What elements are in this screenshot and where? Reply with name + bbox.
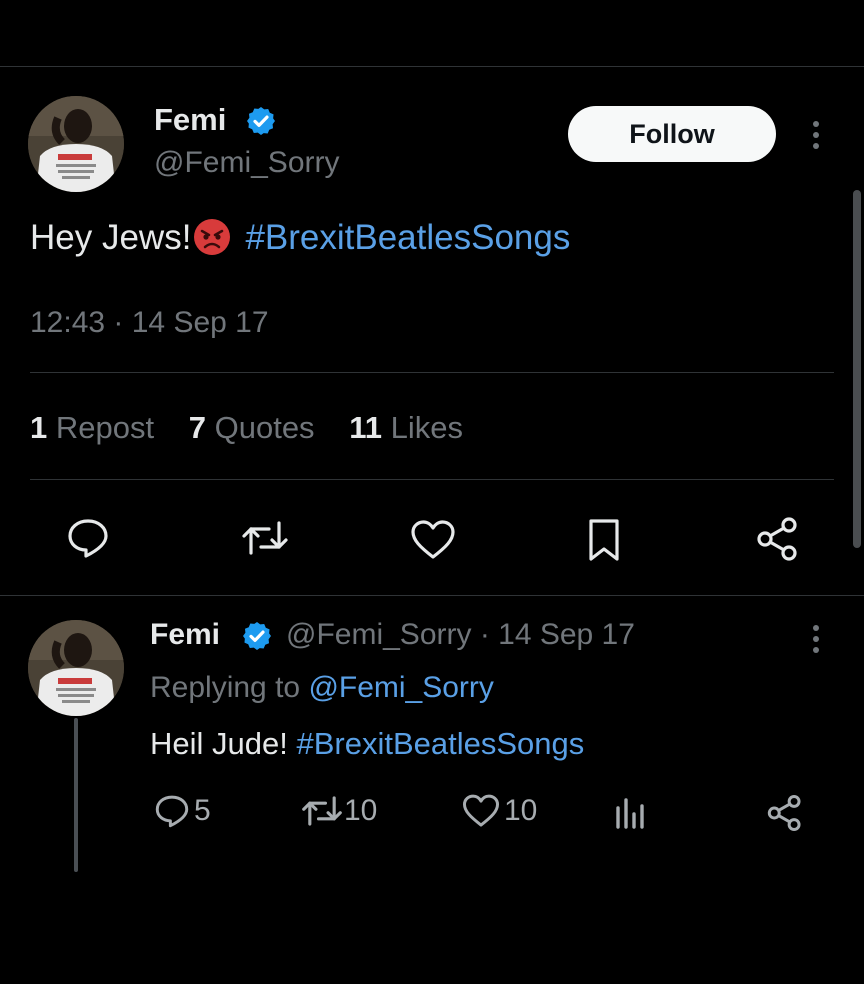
scrollbar[interactable] xyxy=(853,190,861,548)
reposts-count: 1 xyxy=(30,410,48,445)
reply-replies-action[interactable]: 5 xyxy=(154,794,211,828)
follow-button[interactable]: Follow xyxy=(568,106,776,162)
reply-author-name[interactable]: Femi xyxy=(150,618,220,652)
tweet-text: Hey Jews! #BrexitBeatlesSongs xyxy=(30,218,570,259)
repost-icon[interactable] xyxy=(242,520,288,556)
reposts-label: Repost xyxy=(55,410,155,445)
tweet-text-prefix: Hey Jews! xyxy=(30,218,192,257)
likes-label: Likes xyxy=(390,410,463,445)
verified-badge-icon xyxy=(243,622,271,650)
verified-badge-icon xyxy=(247,107,275,135)
reply-handle-date[interactable]: @Femi_Sorry · 14 Sep 17 xyxy=(286,618,635,652)
repost-icon xyxy=(302,796,342,826)
reposts-stat[interactable]: 1 Repost xyxy=(30,410,154,445)
reply-text: Heil Jude! #BrexitBeatlesSongs xyxy=(150,726,584,762)
reply-icon xyxy=(155,795,189,828)
replying-to-label: Replying to xyxy=(150,671,301,704)
reply-avatar[interactable] xyxy=(28,620,124,716)
reply-text-prefix: Heil Jude! xyxy=(150,726,288,761)
engagement-stats: 1 Repost 7 Quotes 11 Likes xyxy=(30,410,489,446)
bookmark-icon[interactable] xyxy=(586,518,622,562)
hashtag-link[interactable]: #BrexitBeatlesSongs xyxy=(296,726,584,761)
top-divider xyxy=(0,66,864,67)
divider xyxy=(30,479,834,480)
quotes-stat[interactable]: 7 Quotes xyxy=(189,410,315,445)
repost-count: 10 xyxy=(344,794,378,827)
share-icon[interactable] xyxy=(766,794,804,832)
likes-stat[interactable]: 11 Likes xyxy=(349,410,463,445)
avatar[interactable] xyxy=(28,96,124,192)
angry-face-emoji-icon xyxy=(194,218,231,255)
thread-line xyxy=(74,718,78,872)
replying-to-handle-link[interactable]: @Femi_Sorry xyxy=(308,671,493,704)
like-heart-icon[interactable] xyxy=(410,520,456,560)
share-icon[interactable] xyxy=(755,516,801,562)
divider xyxy=(0,595,864,596)
like-heart-icon xyxy=(462,794,500,827)
likes-count: 11 xyxy=(349,410,382,445)
like-count: 10 xyxy=(504,794,538,827)
more-options-icon[interactable] xyxy=(806,625,826,658)
quotes-count: 7 xyxy=(188,410,206,445)
replying-to-line: Replying to @Femi_Sorry xyxy=(150,671,494,705)
tweet-timestamp[interactable]: 12:43 · 14 Sep 17 xyxy=(30,306,269,340)
reply-likes-action[interactable]: 10 xyxy=(462,794,537,828)
quotes-label: Quotes xyxy=(214,410,315,445)
divider xyxy=(30,372,834,373)
author-name[interactable]: Femi xyxy=(154,102,226,138)
reply-count: 5 xyxy=(194,794,211,827)
reply-icon[interactable] xyxy=(66,518,110,558)
more-options-icon[interactable] xyxy=(806,121,826,154)
author-handle[interactable]: @Femi_Sorry xyxy=(154,146,339,180)
reply-reposts-action[interactable]: 10 xyxy=(302,794,377,828)
hashtag-link[interactable]: #BrexitBeatlesSongs xyxy=(245,218,570,257)
views-analytics-icon[interactable] xyxy=(614,796,648,830)
